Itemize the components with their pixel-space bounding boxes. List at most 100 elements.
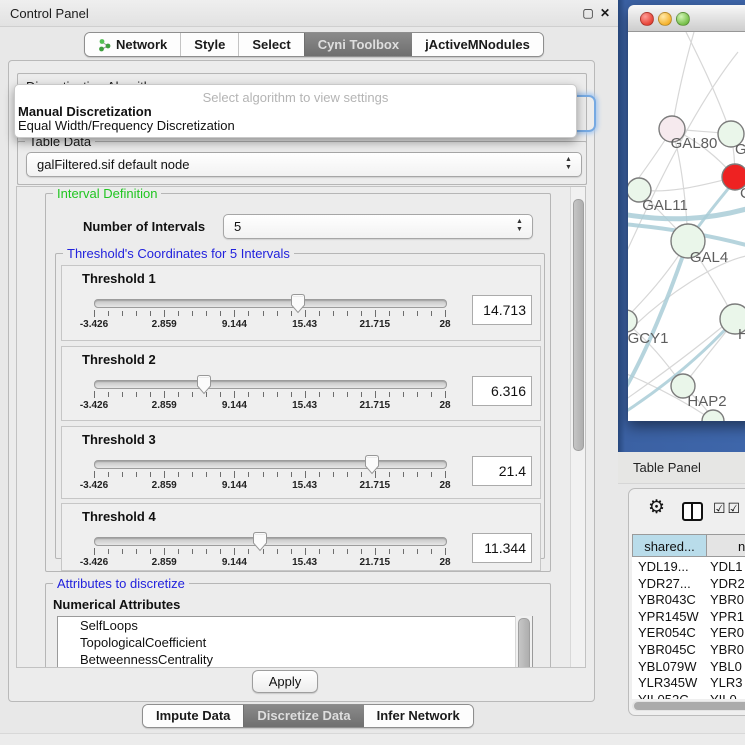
tick-mark (164, 310, 165, 317)
tick-mark (431, 392, 432, 397)
table-row[interactable]: YDL19... YDL1 (632, 559, 745, 576)
threshold-4-value-field[interactable]: 11.344 (472, 533, 532, 563)
tick-mark (445, 548, 446, 555)
threshold-4-slider-thumb[interactable] (251, 531, 269, 557)
cell-shared-name[interactable]: YPR145W (638, 609, 699, 626)
network-node[interactable] (628, 310, 637, 332)
thresholds-group-title: Threshold's Coordinates for 5 Intervals (63, 246, 294, 261)
gear-icon[interactable]: ⚙ (648, 496, 665, 519)
select-columns-checkboxes-icon[interactable]: ☑☑ (713, 500, 742, 517)
tick-mark (291, 311, 292, 316)
table-row[interactable]: YBR043C YBR0 (632, 592, 745, 609)
table-row[interactable]: YDR27... YDR2 (632, 576, 745, 593)
tab-jactivemnodules[interactable]: jActiveMNodules (412, 33, 543, 56)
tick-mark (192, 549, 193, 554)
algorithm-placeholder-option[interactable]: Select algorithm to view settings (15, 90, 576, 105)
tick-mark (319, 549, 320, 554)
cell-shared-name[interactable]: YDR27... (638, 576, 691, 593)
settings-scrollbar-thumb[interactable] (573, 199, 584, 451)
threshold-1-value-field[interactable]: 14.713 (472, 295, 532, 325)
cell-name[interactable]: YER0 (710, 625, 744, 642)
cell-name[interactable]: YDR2 (710, 576, 745, 593)
attribute-list-item[interactable]: BetweennessCentrality (58, 651, 532, 668)
cell-name[interactable]: YBR0 (710, 592, 744, 609)
number-of-intervals-spinner[interactable]: 5 ▲▼ (223, 214, 533, 239)
minimize-traffic-light[interactable] (658, 12, 672, 26)
tab-cyni-toolbox[interactable]: Cyni Toolbox (304, 33, 412, 56)
threshold-2-slider-thumb[interactable] (195, 374, 213, 400)
threshold-4-slider[interactable] (94, 537, 447, 546)
settings-scrollbar[interactable] (570, 187, 586, 667)
network-edge[interactable] (639, 178, 732, 191)
threshold-2-value-field[interactable]: 6.316 (472, 376, 532, 406)
tick-mark (220, 392, 221, 397)
tick-mark (431, 549, 432, 554)
threshold-3-slider[interactable] (94, 460, 447, 469)
threshold-2-slider[interactable] (94, 380, 447, 389)
tick-mark (403, 549, 404, 554)
cell-shared-name[interactable]: YIL052C (638, 692, 689, 699)
attribute-list-item[interactable]: SelfLoops (58, 617, 532, 634)
tick-mark (431, 472, 432, 477)
table-row[interactable]: YBR045C YBR0 (632, 642, 745, 659)
tick-mark (333, 311, 334, 316)
columns-icon[interactable] (682, 502, 703, 521)
network-edge[interactable] (672, 32, 694, 129)
attribute-list-item[interactable]: TopologicalCoefficient (58, 634, 532, 651)
cell-name[interactable]: YIL0 (710, 692, 737, 699)
network-node-label: GA (735, 141, 745, 158)
threshold-2-label: Threshold 2 (82, 352, 156, 367)
tick-label: 9.144 (222, 480, 247, 491)
tab-impute-data[interactable]: Impute Data (143, 705, 243, 727)
threshold-1-slider[interactable] (94, 299, 447, 308)
tab-infer-network[interactable]: Infer Network (364, 705, 473, 727)
table-data-combobox[interactable]: galFiltered.sif default node ▲▼ (26, 152, 582, 177)
table-row[interactable]: YPR145W YPR1 (632, 609, 745, 626)
threshold-3-value-field[interactable]: 21.4 (472, 456, 532, 486)
table-row[interactable]: YLR345W YLR3 (632, 675, 745, 692)
tab-select[interactable]: Select (238, 33, 303, 56)
table-hscrollbar-thumb[interactable] (634, 702, 745, 710)
cell-name[interactable]: YBL0 (710, 659, 742, 676)
cell-shared-name[interactable]: YDL19... (638, 559, 689, 576)
network-node-label: HAP2 (687, 393, 726, 410)
top-tab-bar: Network Style Select Cyni Toolbox jActiv… (84, 32, 544, 57)
close-icon[interactable]: ✕ (598, 6, 612, 20)
threshold-3-slider-thumb[interactable] (363, 454, 381, 480)
tick-mark (417, 311, 418, 316)
option-equal-width-frequency[interactable]: Equal Width/Frequency Discretization (17, 119, 574, 133)
table-row[interactable]: YBL079W YBL0 (632, 659, 745, 676)
apply-button[interactable]: Apply (252, 670, 318, 693)
tick-mark (319, 472, 320, 477)
network-window-titlebar[interactable] (628, 5, 745, 32)
close-traffic-light[interactable] (640, 12, 654, 26)
tick-mark (220, 549, 221, 554)
table-row[interactable]: YER054C YER0 (632, 625, 745, 642)
table-hscrollbar[interactable] (632, 701, 745, 711)
cell-name[interactable]: YDL1 (710, 559, 743, 576)
attributes-scrollbar-thumb[interactable] (518, 618, 530, 668)
cell-shared-name[interactable]: YBL079W (638, 659, 697, 676)
attributes-list-scrollbar[interactable] (515, 616, 532, 667)
bottom-tab-bar: Impute Data Discretize Data Infer Networ… (142, 704, 474, 728)
cell-name[interactable]: YLR3 (710, 675, 743, 692)
cell-shared-name[interactable]: YBR043C (638, 592, 696, 609)
network-canvas[interactable]: GAL80GACGAL11GAL4GCY1HHAP2 (628, 32, 745, 421)
cell-name[interactable]: YPR1 (710, 609, 744, 626)
tick-mark (164, 471, 165, 478)
option-manual-discretization[interactable]: Manual Discretization (17, 105, 574, 119)
network-node[interactable] (702, 410, 724, 421)
zoom-traffic-light[interactable] (676, 12, 690, 26)
cell-shared-name[interactable]: YER054C (638, 625, 696, 642)
tab-network[interactable]: Network (85, 33, 180, 56)
network-edge[interactable] (686, 32, 731, 134)
column-header-name[interactable]: n (706, 534, 745, 557)
cell-name[interactable]: YBR0 (710, 642, 744, 659)
column-header-shared-name[interactable]: shared... (632, 534, 707, 557)
tab-style[interactable]: Style (180, 33, 238, 56)
cell-shared-name[interactable]: YBR045C (638, 642, 696, 659)
float-icon[interactable]: ▢ (581, 6, 595, 20)
cell-shared-name[interactable]: YLR345W (638, 675, 697, 692)
tab-discretize-data[interactable]: Discretize Data (243, 705, 363, 727)
table-row[interactable]: YIL052C YIL0 (632, 692, 745, 699)
